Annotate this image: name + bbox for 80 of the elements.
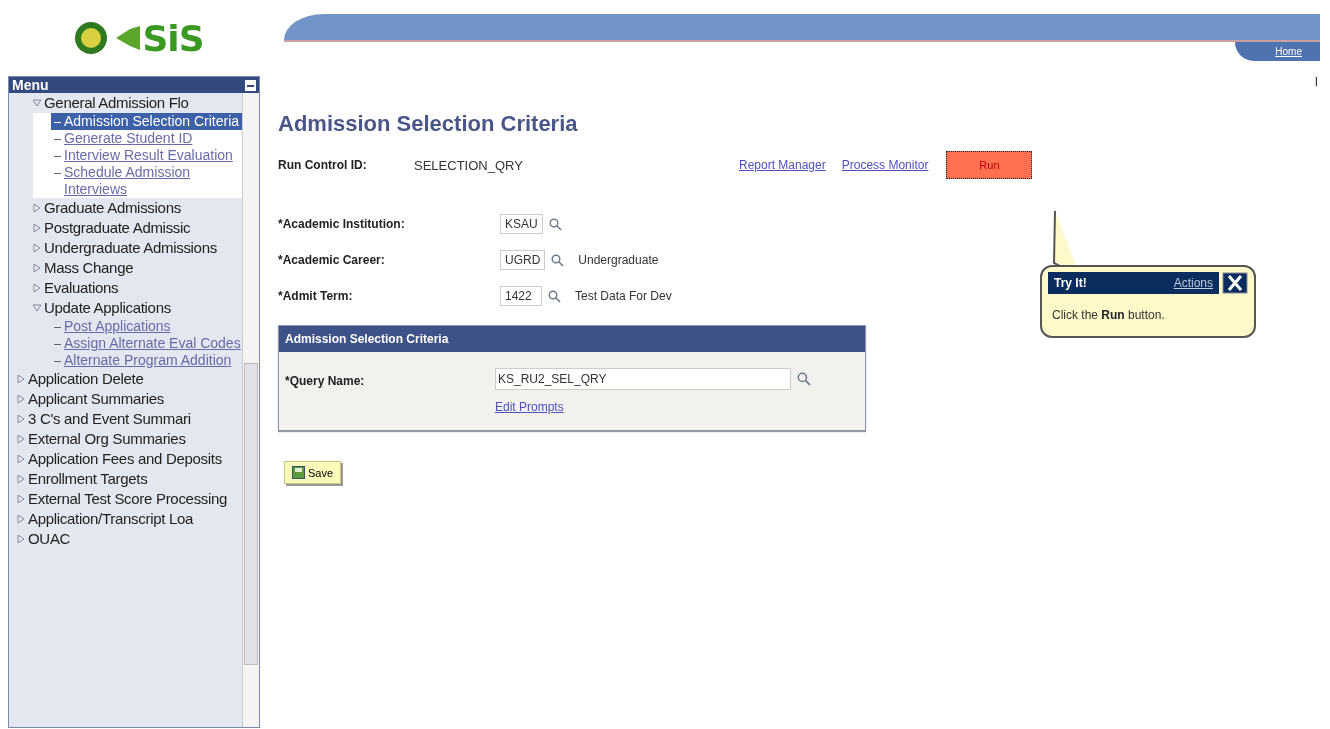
search-icon[interactable]: [548, 217, 562, 231]
scrollbar-thumb[interactable]: [244, 363, 258, 665]
menu-title: Menu: [12, 77, 49, 93]
field-description: Test Data For Dev: [575, 289, 672, 303]
collapsed-arrow-icon[interactable]: [33, 204, 41, 212]
menu-folder[interactable]: Postgraduate Admissic: [44, 218, 191, 238]
menu-link[interactable]: Interview Result Evaluation: [64, 147, 233, 164]
menu-folder[interactable]: Update Applications: [44, 298, 171, 318]
collapsed-arrow-icon[interactable]: [17, 495, 25, 503]
logo-text: SiS: [142, 17, 204, 59]
save-icon: [292, 466, 305, 479]
collapsed-arrow-icon[interactable]: [17, 395, 25, 403]
leaf-arrow-icon: [116, 26, 141, 50]
scrollbar[interactable]: [242, 93, 259, 727]
link[interactable]: Process Monitor: [841, 158, 929, 172]
menu-folder[interactable]: Evaluations: [44, 278, 119, 298]
callout-message: Click the Run button.: [1051, 308, 1166, 322]
menu-folder[interactable]: External Test Score Processing: [28, 489, 228, 509]
menu-link[interactable]: Generate Student ID: [64, 130, 193, 147]
collapsed-arrow-icon[interactable]: [17, 475, 25, 483]
expanded-arrow-icon[interactable]: [33, 304, 41, 312]
collapsed-arrow-icon[interactable]: [33, 264, 41, 272]
collapsed-arrow-icon[interactable]: [17, 435, 25, 443]
menu-folder[interactable]: Mass Change: [44, 258, 134, 278]
home-link[interactable]: Home: [1235, 42, 1320, 61]
collapsed-arrow-icon[interactable]: [17, 415, 25, 423]
menu-folder[interactable]: Undergraduate Admissions: [44, 238, 217, 258]
collapsed-arrow-icon[interactable]: [17, 375, 25, 383]
menu-folder[interactable]: Application Delete: [28, 369, 144, 389]
dash-icon: [54, 361, 61, 362]
collapsed-arrow-icon[interactable]: [17, 535, 25, 543]
expanded-arrow-icon[interactable]: [33, 99, 41, 107]
dash-icon: [54, 139, 61, 140]
search-icon[interactable]: [548, 289, 561, 303]
menu-link[interactable]: Assign Alternate Eval Codes: [64, 335, 241, 352]
field-value: SELECTION_QRY: [414, 157, 524, 173]
menu-folder[interactable]: OUAC: [28, 529, 71, 549]
marker-text: I: [1314, 75, 1318, 89]
link[interactable]: Report Manager: [739, 158, 826, 172]
search-icon[interactable]: [551, 253, 565, 267]
menu-folder[interactable]: External Org Summaries: [28, 429, 186, 449]
dash-icon: [54, 156, 61, 157]
collapse-button[interactable]: [245, 79, 256, 91]
input-field[interactable]: UGRD: [500, 250, 546, 270]
menu-link[interactable]: Post Applications: [64, 318, 171, 335]
input-field[interactable]: KS_RU2_SEL_QRY: [495, 368, 791, 390]
collapsed-arrow-icon[interactable]: [33, 224, 41, 232]
search-icon[interactable]: [797, 372, 811, 386]
field-label: *Academic Institution:: [278, 217, 406, 231]
menu-folder[interactable]: General Admission Flo: [44, 93, 189, 113]
close-icon[interactable]: [1222, 272, 1248, 294]
actions-link[interactable]: Actions: [1173, 276, 1213, 290]
field-label: *Query Name:: [285, 374, 366, 390]
save-button[interactable]: Save: [284, 461, 342, 484]
menu-folder[interactable]: Enrollment Targets: [28, 469, 148, 489]
dash-icon: [54, 173, 61, 174]
input-field[interactable]: 1422: [500, 286, 542, 306]
collapsed-arrow-icon[interactable]: [33, 284, 41, 292]
dash-icon: [54, 327, 61, 328]
menu-folder[interactable]: Application/Transcript Loa: [28, 509, 194, 529]
menu-folder[interactable]: Applicant Summaries: [28, 389, 165, 409]
field-label: *Academic Career:: [278, 253, 386, 267]
menu-folder[interactable]: Graduate Admissions: [44, 198, 181, 218]
collapsed-arrow-icon[interactable]: [17, 455, 25, 463]
field-description: Undergraduate: [578, 253, 659, 267]
input-field[interactable]: KSAU: [500, 214, 543, 234]
menu-link[interactable]: Alternate Program Addition: [64, 352, 232, 369]
collapsed-arrow-icon[interactable]: [17, 515, 25, 523]
collapsed-arrow-icon[interactable]: [33, 244, 41, 252]
link[interactable]: Edit Prompts: [495, 400, 811, 414]
dash-icon: [54, 344, 61, 345]
dash-icon: [54, 122, 61, 123]
field-label: Run Control ID:: [278, 158, 368, 172]
group-title: Admission Selection Criteria: [279, 326, 865, 352]
field-label: *Admit Term:: [278, 289, 354, 303]
page-title: Admission Selection Criteria: [278, 111, 579, 137]
menu-link[interactable]: Schedule Admission Interviews: [64, 164, 242, 198]
menu-folder[interactable]: 3 C's and Event Summari: [28, 409, 191, 429]
callout-title: Try It!: [1054, 276, 1087, 290]
menu-folder[interactable]: Application Fees and Deposits: [28, 449, 222, 469]
